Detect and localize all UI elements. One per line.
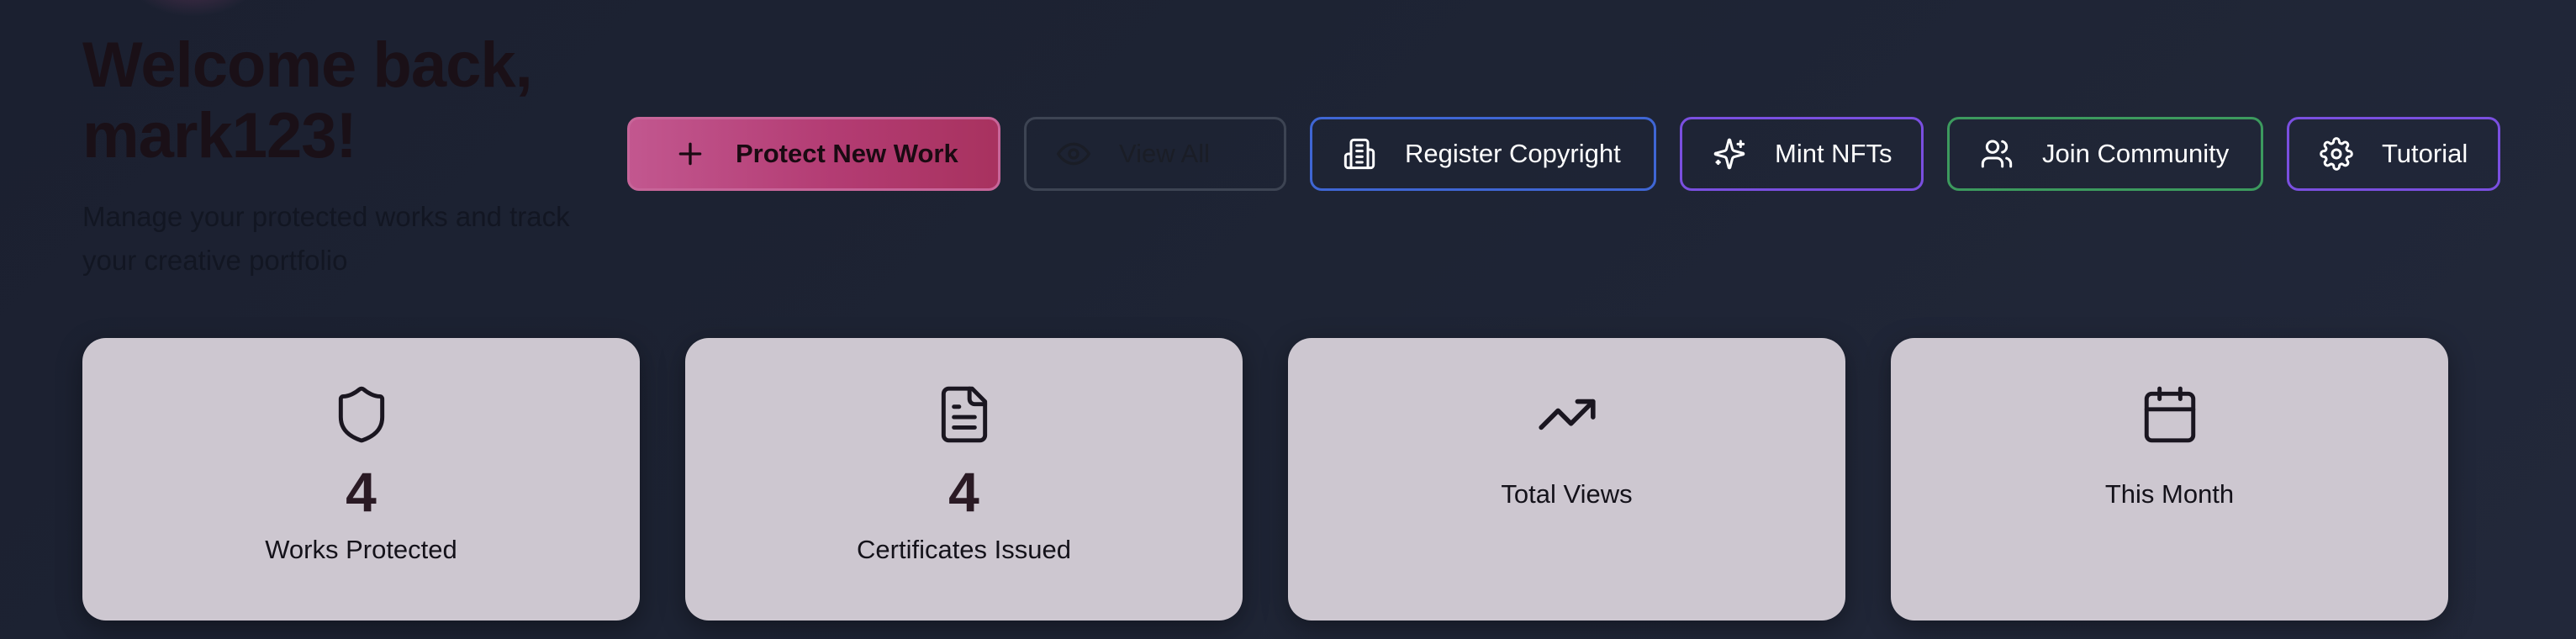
stat-card-total-views: Total Views: [1288, 338, 1845, 621]
building-icon: [1343, 137, 1376, 171]
certificates-issued-value: 4: [948, 461, 979, 523]
stat-card-this-month: This Month: [1891, 338, 2448, 621]
certificates-issued-label: Certificates Issued: [857, 535, 1071, 564]
stat-card-certificates-issued: 4 Certificates Issued: [685, 338, 1243, 621]
tutorial-button[interactable]: Tutorial: [2287, 117, 2500, 191]
stat-card-works-protected: 4 Works Protected: [82, 338, 640, 621]
users-icon: [1980, 137, 2014, 171]
page-subtitle: Manage your protected works and track yo…: [82, 201, 570, 276]
mint-nfts-button[interactable]: Mint NFTs: [1680, 117, 1924, 191]
stats-cards: 4 Works Protected 4 Certificates Issued …: [82, 338, 2448, 621]
plus-icon: [673, 137, 707, 171]
protect-new-work-button[interactable]: Protect New Work: [627, 117, 1000, 191]
works-protected-label: Works Protected: [265, 535, 457, 564]
welcome-header: Welcome back, mark123! Manage your prote…: [82, 30, 620, 283]
tutorial-label: Tutorial: [2382, 139, 2468, 168]
page-title: Welcome back, mark123!: [82, 29, 533, 172]
gear-icon: [2320, 137, 2353, 171]
calendar-icon: [2139, 383, 2201, 446]
register-copyright-label: Register Copyright: [1405, 139, 1621, 168]
file-text-icon: [933, 383, 995, 446]
background-glow: [126, 0, 261, 17]
sparkles-icon: [1713, 137, 1746, 171]
register-copyright-button[interactable]: Register Copyright: [1310, 117, 1656, 191]
this-month-label: This Month: [2104, 479, 2235, 509]
works-protected-value: 4: [346, 461, 377, 523]
view-all-label: View All: [1119, 139, 1210, 168]
protect-new-work-label: Protect New Work: [736, 139, 958, 168]
view-all-button[interactable]: View All: [1024, 117, 1286, 191]
total-views-label: Total Views: [1501, 479, 1633, 509]
shield-icon: [330, 383, 393, 446]
action-bar: Protect New Work View All Register Copyr…: [627, 117, 2500, 191]
join-community-button[interactable]: Join Community: [1947, 117, 2263, 191]
join-community-label: Join Community: [2042, 139, 2230, 168]
eye-icon: [1057, 137, 1090, 171]
mint-nfts-label: Mint NFTs: [1775, 139, 1892, 168]
trending-up-icon: [1536, 383, 1598, 446]
